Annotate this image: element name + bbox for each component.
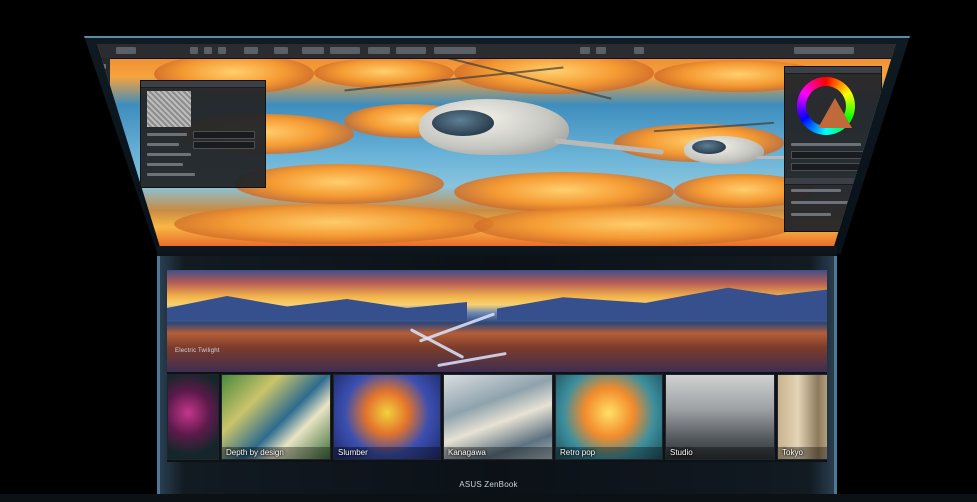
- brush-tool-icon[interactable]: [98, 160, 106, 165]
- gallery-thumbnail[interactable]: Studio: [665, 374, 775, 460]
- brush-tool-icon[interactable]: [98, 136, 106, 141]
- panel-row: [791, 201, 851, 204]
- brush-tool-icon[interactable]: [98, 172, 106, 177]
- texture-preview: [147, 91, 191, 127]
- toolbar-icon[interactable]: [794, 47, 854, 54]
- toolbar-icon[interactable]: [204, 47, 212, 54]
- mountain-range: [497, 287, 827, 320]
- panel-row: [147, 133, 187, 136]
- toolbar-icon[interactable]: [330, 47, 360, 54]
- panel-titlebar[interactable]: [785, 178, 881, 185]
- toolbar-icon[interactable]: [396, 47, 426, 54]
- featured-artwork[interactable]: Electric Twilight: [167, 270, 827, 372]
- brush-tool-icon[interactable]: [98, 124, 106, 129]
- color-wheel-icon[interactable]: [797, 77, 855, 135]
- brand-logo-text: ASUS ZenBook: [459, 480, 518, 489]
- panel-row: [147, 173, 195, 176]
- base-edge: [157, 256, 160, 502]
- toolbar-icon[interactable]: [368, 47, 390, 54]
- gallery-thumbnail[interactable]: Retro pop: [555, 374, 663, 460]
- panel-row: [791, 143, 861, 146]
- gallery-thumbnail[interactable]: Depth by design: [221, 374, 331, 460]
- toolbar-icon[interactable]: [218, 47, 226, 54]
- toolbar-icon[interactable]: [116, 47, 136, 54]
- gallery-thumbnail[interactable]: Slumber: [333, 374, 441, 460]
- base-lower-edge: [0, 494, 977, 502]
- panel-slider[interactable]: [193, 131, 255, 139]
- cloud: [174, 204, 494, 244]
- app-toolbar: [97, 44, 896, 59]
- brush-tool-icon[interactable]: [98, 148, 106, 153]
- cloud: [474, 206, 794, 246]
- thumbnail-label: Studio: [670, 448, 693, 457]
- panel-titlebar[interactable]: [141, 81, 265, 88]
- main-display: [97, 44, 896, 247]
- river: [437, 351, 507, 368]
- screenpad-display: Electric Twilight Depth by design Slumbe…: [167, 270, 827, 462]
- panel-row: [147, 163, 183, 166]
- thumbnail-label: Tokyo: [782, 448, 803, 457]
- toolbar-icon[interactable]: [244, 47, 258, 54]
- featured-caption: Electric Twilight: [175, 348, 220, 354]
- brush-settings-panel: [140, 80, 266, 188]
- laptop-scene: Electric Twilight Depth by design Slumbe…: [0, 0, 977, 502]
- toolbar-icon[interactable]: [190, 47, 198, 54]
- thumbnail-label: Kanagawa: [448, 448, 486, 457]
- panel-row: [791, 189, 841, 192]
- toolbar-icon[interactable]: [580, 47, 590, 54]
- toolbar-icon[interactable]: [634, 47, 644, 54]
- toolbar-icon[interactable]: [302, 47, 324, 54]
- thumbnail-label: Slumber: [338, 448, 368, 457]
- brush-tool-icon[interactable]: [98, 112, 106, 117]
- panel-row: [147, 153, 191, 156]
- laptop-hinge: [157, 246, 837, 256]
- toolbar-icon[interactable]: [274, 47, 288, 54]
- gallery-thumbnail[interactable]: Kanagawa: [443, 374, 553, 460]
- cloud: [314, 58, 454, 88]
- gallery-thumbnail[interactable]: [167, 374, 219, 460]
- toolbar-icon[interactable]: [596, 47, 606, 54]
- artwork-gallery: Depth by design Slumber Kanagawa Retro p…: [167, 374, 827, 460]
- thumbnail-label: Retro pop: [560, 448, 596, 457]
- gallery-thumbnail[interactable]: Tokyo: [777, 374, 827, 460]
- base-edge: [834, 256, 837, 502]
- color-wheel-center: [806, 86, 852, 128]
- thumbnail-label: Depth by design: [226, 448, 284, 457]
- color-triangle[interactable]: [818, 98, 852, 128]
- panel-row: [147, 143, 179, 146]
- mountain-range: [167, 296, 467, 320]
- panel-row: [791, 213, 831, 216]
- helicopter-window: [432, 110, 494, 136]
- helicopter-window: [692, 140, 726, 154]
- panel-slider[interactable]: [791, 151, 873, 159]
- panel-slider[interactable]: [193, 141, 255, 149]
- panel-titlebar[interactable]: [785, 67, 881, 74]
- brush-tool-icon[interactable]: [98, 100, 106, 105]
- toolbar-icon[interactable]: [434, 47, 476, 54]
